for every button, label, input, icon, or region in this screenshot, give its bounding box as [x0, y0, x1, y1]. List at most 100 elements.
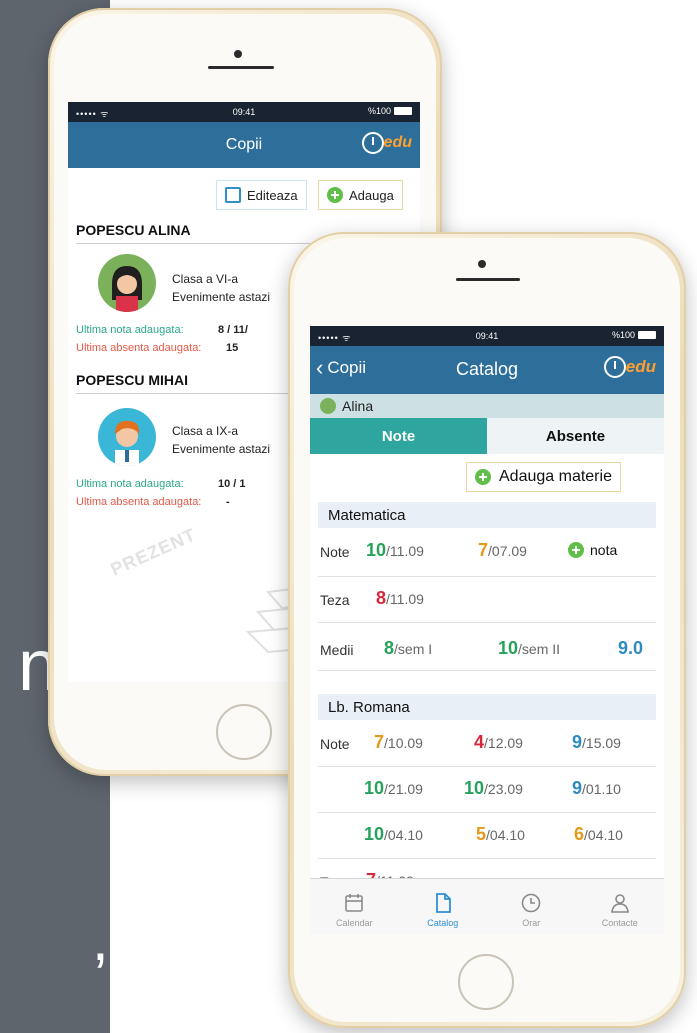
child-name[interactable]: POPESCU ALINA: [76, 222, 191, 238]
grade-entry[interactable]: 10/11.09: [366, 540, 424, 561]
battery-indicator: %100: [612, 330, 656, 340]
last-absence-value: 15: [226, 342, 239, 354]
battery-percent: %100: [611, 330, 635, 340]
logo-text: edu: [383, 134, 412, 151]
status-bar: ••••• ᯤ 09:41 %100: [310, 326, 664, 346]
grade-value: 10: [464, 778, 485, 798]
grade-date: /21.09: [384, 781, 423, 797]
row-divider: [318, 812, 656, 813]
clock-logo-icon: [603, 356, 626, 378]
grade-entry[interactable]: 9/01.10: [572, 778, 621, 799]
last-grade-value: 10 / 1: [218, 478, 246, 490]
grade-date: /07.09: [488, 543, 527, 559]
boy-avatar-icon: [115, 420, 140, 466]
grade-entry[interactable]: 10/23.09: [464, 778, 523, 799]
add-child-button[interactable]: Adauga: [318, 180, 403, 210]
tabbar-item-catalog[interactable]: Catalog: [399, 879, 488, 934]
edit-label: Editeaza: [247, 187, 298, 203]
status-bar: ••••• ᯤ 09:41 %100: [68, 102, 420, 122]
front-phone: ••••• ᯤ 09:41 %100 ‹ Copii Catalog edu A…: [288, 232, 686, 1028]
clock-icon: [521, 893, 541, 913]
child-avatar-icon: [320, 398, 336, 414]
row-divider: [318, 858, 656, 859]
last-absence-value: -: [226, 496, 230, 508]
child-events[interactable]: Evenimente astazi: [172, 290, 270, 304]
child-avatar[interactable]: [98, 408, 156, 466]
tabbar-item-orar[interactable]: Orar: [487, 879, 576, 934]
grade-date: /01.10: [582, 781, 621, 797]
tabbar-item-contacte[interactable]: Contacte: [576, 879, 665, 934]
grade-date: /10.09: [384, 735, 423, 751]
plus-icon: [327, 187, 343, 203]
nav-bar: ‹ Copii Catalog edu: [310, 346, 664, 394]
battery-icon: [394, 107, 412, 115]
grade-date: /04.10: [486, 827, 525, 843]
tabbar-label: Calendar: [335, 918, 373, 928]
tabbar-label: Contacte: [601, 918, 638, 928]
selected-child-bar[interactable]: Alina: [310, 394, 664, 418]
grade-entry[interactable]: 7/07.09: [478, 540, 527, 561]
back-phone-home-button[interactable]: [216, 704, 272, 760]
average-value: 8: [384, 638, 395, 658]
subject-header: Lb. Romana: [318, 694, 656, 720]
grade-entry[interactable]: 7/10.09: [374, 732, 423, 753]
bottom-tab-bar: Calendar Catalog Orar Contacte: [310, 878, 664, 934]
grade-date: /11.09: [386, 591, 424, 607]
grade-entry[interactable]: 10/04.10: [364, 824, 423, 845]
edu-logo: edu: [361, 132, 412, 154]
subject-name: Matematica: [328, 506, 406, 524]
child-class: Clasa a IX-a: [172, 424, 239, 438]
side-text-comma: ,: [92, 906, 109, 973]
girl-avatar-icon: [112, 266, 142, 312]
grade-entry[interactable]: 9/15.09: [572, 732, 621, 753]
add-subject-label: Adauga materie: [499, 468, 612, 485]
watermark: PREZENT: [107, 524, 199, 580]
tab-note[interactable]: Note: [310, 418, 487, 454]
grade-entry[interactable]: 8/11.09: [376, 588, 424, 609]
back-phone-speaker: [208, 66, 274, 69]
row-divider: [318, 622, 656, 623]
grade-date: /15.09: [582, 735, 621, 751]
add-grade-button[interactable]: nota: [568, 542, 617, 558]
child-name[interactable]: POPESCU MIHAI: [76, 372, 188, 388]
row-label-teza: Teza: [320, 592, 350, 608]
nav-bar: Copii edu: [68, 122, 420, 168]
document-icon: [435, 893, 451, 913]
add-subject-button[interactable]: Adauga materie: [466, 462, 621, 492]
add-grade-label: nota: [590, 542, 618, 558]
edu-logo: edu: [603, 356, 656, 378]
child-avatar[interactable]: [98, 254, 156, 312]
grade-value: 8: [376, 588, 387, 608]
edit-button[interactable]: Editeaza: [216, 180, 307, 210]
grade-value: 10: [366, 540, 387, 560]
grade-value: 9: [572, 778, 583, 798]
tabs: Note Absente: [310, 418, 664, 454]
last-grade-label: Ultima nota adaugata:: [76, 324, 184, 336]
grade-entry[interactable]: 10/21.09: [364, 778, 423, 799]
grade-value: 4: [474, 732, 485, 752]
front-phone-camera: [478, 260, 486, 268]
front-phone-screen: ••••• ᯤ 09:41 %100 ‹ Copii Catalog edu A…: [310, 326, 664, 934]
child-events[interactable]: Evenimente astazi: [172, 442, 270, 456]
average-semester: /sem II: [518, 641, 561, 657]
promo-page: n , ••••• ᯤ 09:41 %100 Copii edu Editeaz…: [0, 0, 697, 1033]
battery-percent: %100: [367, 106, 391, 116]
grade-date: /04.10: [584, 827, 623, 843]
grade-value: 9: [572, 732, 583, 752]
final-average: 9.0: [618, 638, 644, 658]
last-absence-label: Ultima absenta adaugata:: [76, 496, 202, 508]
plus-icon: [568, 542, 584, 558]
grade-entry[interactable]: 6/04.10: [574, 824, 623, 845]
grade-value: 6: [574, 824, 585, 844]
tabbar-item-calendar[interactable]: Calendar: [310, 879, 399, 934]
grade-entry[interactable]: 5/04.10: [476, 824, 525, 845]
row-label-note: Note: [320, 544, 350, 560]
average-entry: 10/sem II: [498, 638, 560, 659]
front-phone-home-button[interactable]: [458, 954, 514, 1010]
grade-entry[interactable]: 4/12.09: [474, 732, 523, 753]
child-class: Clasa a VI-a: [172, 272, 239, 286]
battery-indicator: %100: [368, 106, 412, 116]
tab-absente[interactable]: Absente: [487, 418, 664, 454]
row-divider: [318, 766, 656, 767]
last-grade-label: Ultima nota adaugata:: [76, 478, 184, 490]
